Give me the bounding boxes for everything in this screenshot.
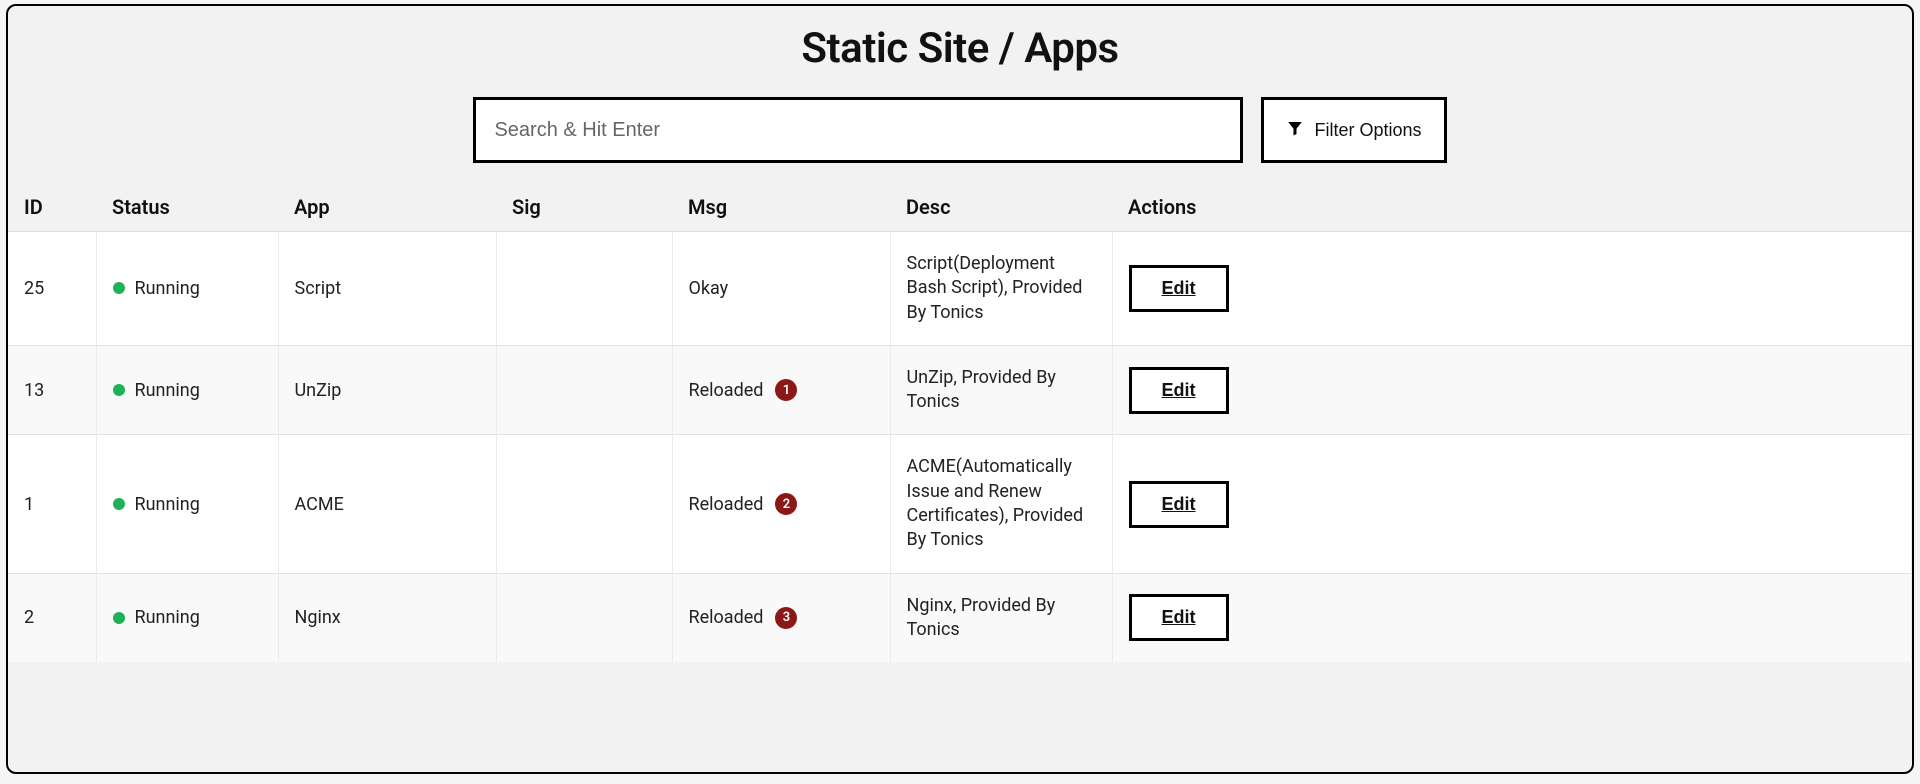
- status-dot-icon: [113, 612, 125, 624]
- status-label: Running: [135, 278, 200, 299]
- cell-app: ACME: [278, 435, 496, 573]
- filter-options-label: Filter Options: [1314, 120, 1421, 141]
- status-dot-icon: [113, 384, 125, 396]
- msg-text: Okay: [689, 278, 729, 299]
- filter-options-button[interactable]: Filter Options: [1261, 97, 1446, 163]
- cell-desc: UnZip, Provided By Tonics: [890, 345, 1112, 435]
- status-label: Running: [135, 607, 200, 628]
- cell-id: 2: [8, 573, 96, 662]
- cell-sig: [496, 435, 672, 573]
- reload-count-badge: 1: [775, 379, 797, 401]
- col-header-id: ID: [8, 183, 96, 232]
- msg-text: Reloaded: [689, 380, 764, 401]
- cell-sig: [496, 232, 672, 346]
- status-cell: Running: [113, 380, 262, 401]
- col-header-desc: Desc: [890, 183, 1112, 232]
- col-header-sig: Sig: [496, 183, 672, 232]
- status-dot-icon: [113, 282, 125, 294]
- cell-sig: [496, 345, 672, 435]
- cell-app: Script: [278, 232, 496, 346]
- reload-count-badge: 3: [775, 607, 797, 629]
- col-header-app: App: [278, 183, 496, 232]
- page-title: Static Site / Apps: [8, 6, 1912, 97]
- status-cell: Running: [113, 278, 262, 299]
- table-row: 2 Running Nginx Reloaded 3 Nginx, Provid…: [8, 573, 1912, 662]
- cell-desc: Nginx, Provided By Tonics: [890, 573, 1112, 662]
- col-header-actions: Actions: [1112, 183, 1912, 232]
- status-label: Running: [135, 494, 200, 515]
- msg-text: Reloaded: [689, 494, 764, 515]
- cell-app: UnZip: [278, 345, 496, 435]
- col-header-msg: Msg: [672, 183, 890, 232]
- msg-cell: Reloaded 3: [689, 607, 874, 629]
- cell-id: 1: [8, 435, 96, 573]
- status-cell: Running: [113, 607, 262, 628]
- edit-button[interactable]: Edit: [1129, 367, 1229, 414]
- col-header-status: Status: [96, 183, 278, 232]
- table-row: 25 Running Script Okay Script(Deployment…: [8, 232, 1912, 346]
- status-cell: Running: [113, 494, 262, 515]
- apps-table: ID Status App Sig Msg Desc Actions 25 Ru…: [8, 183, 1912, 662]
- cell-id: 13: [8, 345, 96, 435]
- cell-app: Nginx: [278, 573, 496, 662]
- msg-cell: Reloaded 2: [689, 493, 874, 515]
- edit-button[interactable]: Edit: [1129, 594, 1229, 641]
- edit-button[interactable]: Edit: [1129, 481, 1229, 528]
- edit-button[interactable]: Edit: [1129, 265, 1229, 312]
- cell-id: 25: [8, 232, 96, 346]
- funnel-icon: [1286, 117, 1304, 144]
- cell-desc: Script(Deployment Bash Script), Provided…: [890, 232, 1112, 346]
- status-label: Running: [135, 380, 200, 401]
- reload-count-badge: 2: [775, 493, 797, 515]
- search-row: Filter Options: [8, 97, 1912, 183]
- cell-sig: [496, 573, 672, 662]
- apps-table-body: 25 Running Script Okay Script(Deployment…: [8, 232, 1912, 663]
- cell-desc: ACME(Automatically Issue and Renew Certi…: [890, 435, 1112, 573]
- msg-cell: Reloaded 1: [689, 379, 874, 401]
- msg-cell: Okay: [689, 278, 874, 299]
- table-row: 13 Running UnZip Reloaded 1 UnZip, Provi…: [8, 345, 1912, 435]
- msg-text: Reloaded: [689, 607, 764, 628]
- status-dot-icon: [113, 498, 125, 510]
- table-row: 1 Running ACME Reloaded 2 ACME(Automatic…: [8, 435, 1912, 573]
- search-input[interactable]: [473, 97, 1243, 163]
